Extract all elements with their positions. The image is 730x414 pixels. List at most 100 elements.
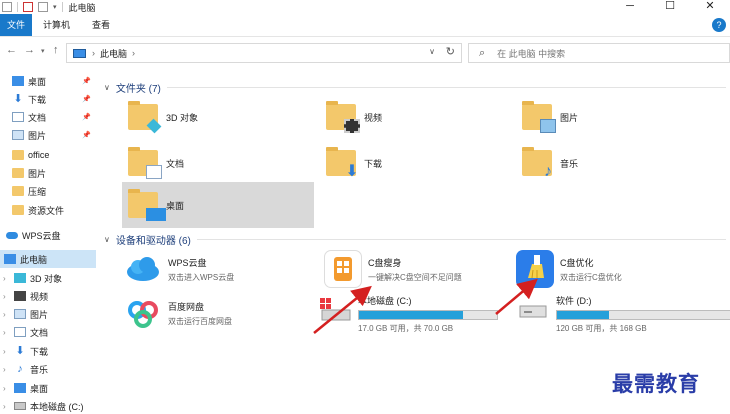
folder-label: 音乐	[560, 158, 579, 169]
expand-chevron-icon[interactable]: ›	[3, 402, 6, 411]
video-icon	[14, 291, 26, 301]
sidebar-item-pictures-folder[interactable]: 图片	[0, 164, 96, 182]
folder-label: 3D 对象	[166, 112, 199, 123]
recent-locations-icon[interactable]: ▾	[41, 47, 45, 55]
sidebar-item-documents[interactable]: 文档 📌	[0, 108, 96, 126]
drive-usage-bar	[358, 310, 498, 320]
sidebar-item-videos[interactable]: › 视频	[0, 287, 96, 305]
folder-documents[interactable]: 文档	[122, 140, 314, 186]
folder-downloads[interactable]: ⬇ 下载	[320, 140, 512, 186]
sidebar-item-3d-objects[interactable]: › 3D 对象	[0, 269, 96, 287]
sidebar-item-pictures[interactable]: 图片 📌	[0, 126, 96, 144]
sidebar-item-downloads-lib[interactable]: › ⬇ 下载	[0, 342, 96, 360]
maximize-button[interactable]: ☐	[650, 0, 690, 14]
tab-computer[interactable]: 计算机	[32, 14, 81, 36]
expand-chevron-icon[interactable]: ›	[3, 310, 6, 319]
divider	[17, 2, 18, 12]
sidebar-item-label: 文档	[30, 327, 49, 338]
close-button[interactable]: ✕	[690, 0, 730, 14]
expand-chevron-icon[interactable]: ›	[3, 384, 6, 393]
properties-icon[interactable]	[23, 2, 33, 12]
breadcrumb-chevron-icon[interactable]: ›	[132, 48, 135, 58]
expand-chevron-icon[interactable]: ›	[3, 365, 6, 374]
folders-group-header[interactable]: ∨ 文件夹 (7)	[104, 80, 726, 95]
pictures-icon	[14, 309, 26, 319]
folder-3d-objects[interactable]: 3D 对象	[122, 94, 314, 140]
device-wps-cloud[interactable]: WPS云盘 双击进入WPS云盘	[124, 250, 234, 288]
sidebar-item-desktop[interactable]: 桌面 📌	[0, 72, 96, 90]
folder-label: 图片	[560, 112, 579, 123]
folder-icon	[12, 205, 24, 215]
sidebar-item-label: 桌面	[30, 383, 49, 394]
new-folder-icon[interactable]	[38, 2, 48, 12]
drive-usage-fill	[557, 311, 610, 319]
drive-d[interactable]: 软件 (D:) 120 GB 可用，共 168 GB	[516, 294, 730, 334]
folder-music[interactable]: ♪ 音乐	[516, 140, 708, 186]
window-controls: ─ ☐ ✕	[610, 0, 730, 14]
expand-chevron-icon[interactable]: ›	[3, 274, 6, 283]
desktop-icon	[128, 189, 166, 221]
sidebar-item-desktop-lib[interactable]: › 桌面	[0, 379, 96, 397]
sidebar-item-label: 下载	[30, 346, 49, 357]
device-description: 一键解决C盘空间不足问题	[368, 272, 462, 282]
address-bar[interactable]: › 此电脑 › ∨ ↻	[66, 43, 462, 63]
sidebar-item-label: 本地磁盘 (C:)	[30, 401, 84, 412]
customize-toolbar-icon[interactable]: ▾	[53, 3, 57, 11]
group-title: 文件夹 (7)	[115, 84, 161, 95]
breadcrumb-separator-icon[interactable]: ›	[92, 48, 95, 58]
document-icon	[12, 112, 24, 122]
expand-chevron-icon[interactable]: ›	[3, 328, 6, 337]
search-input[interactable]: ⌕ 在 此电脑 中搜索	[468, 43, 730, 63]
sidebar-item-office[interactable]: office	[0, 146, 96, 164]
devices-group-header[interactable]: ∨ 设备和驱动器 (6)	[104, 232, 726, 247]
computer-icon	[4, 254, 16, 264]
collapse-chevron-icon[interactable]: ∨	[104, 235, 110, 244]
content-pane: ∨ 文件夹 (7) 3D 对象 视频 图片 文档 ⬇ 下载 ♪ 音乐 桌面 ∨ …	[104, 66, 730, 414]
quick-access-toolbar: ▾	[0, 0, 63, 14]
expand-chevron-icon[interactable]: ›	[3, 292, 6, 301]
sidebar-item-wps-cloud[interactable]: WPS云盘	[0, 226, 96, 244]
device-baidu-netdisk[interactable]: 百度网盘 双击运行百度网盘	[124, 294, 232, 332]
breadcrumb-this-pc[interactable]: 此电脑	[100, 47, 127, 60]
folder-pictures[interactable]: 图片	[516, 94, 708, 140]
minimize-button[interactable]: ─	[610, 0, 650, 14]
drive-usage-bar	[556, 310, 730, 320]
wps-cloud-icon	[124, 250, 162, 288]
app-icon[interactable]	[2, 2, 12, 12]
drive-name: 软件 (D:)	[556, 296, 592, 306]
sidebar-item-local-disk-c[interactable]: › 本地磁盘 (C:)	[0, 397, 96, 414]
sidebar-item-resources[interactable]: 资源文件	[0, 201, 96, 219]
forward-arrow-icon[interactable]: →	[24, 44, 35, 56]
sidebar-item-downloads[interactable]: ⬇ 下载 📌	[0, 90, 96, 108]
device-c-drive-optimize[interactable]: C盘优化 双击运行C盘优化	[516, 250, 622, 288]
up-arrow-icon[interactable]: ↑	[53, 44, 59, 56]
device-name: WPS云盘	[168, 257, 207, 268]
help-icon[interactable]: ?	[712, 18, 726, 32]
drive-space-text: 17.0 GB 可用，共 70.0 GB	[358, 324, 454, 333]
computer-icon	[73, 48, 86, 58]
download-icon: ⬇	[15, 345, 25, 357]
collapse-chevron-icon[interactable]: ∨	[104, 83, 110, 92]
folder-icon	[12, 168, 24, 178]
folder-desktop[interactable]: 桌面	[122, 182, 314, 228]
sidebar-item-documents-lib[interactable]: › 文档	[0, 323, 96, 341]
sidebar-item-pictures-lib[interactable]: › 图片	[0, 305, 96, 323]
expand-chevron-icon[interactable]: ›	[3, 347, 6, 356]
music-icon: ♪	[17, 363, 23, 375]
sidebar-item-music[interactable]: › ♪ 音乐	[0, 360, 96, 378]
sidebar-item-compressed[interactable]: 压缩	[0, 182, 96, 200]
back-arrow-icon[interactable]: ←	[6, 44, 17, 56]
sidebar-item-label: 桌面	[28, 76, 47, 87]
pictures-icon	[12, 130, 24, 140]
refresh-icon[interactable]: ↻	[446, 45, 455, 58]
drive-usage-fill	[359, 311, 464, 319]
sidebar-item-label: office	[28, 150, 50, 160]
drive-c[interactable]: 本地磁盘 (C:) 17.0 GB 可用，共 70.0 GB	[318, 294, 498, 334]
address-dropdown-icon[interactable]: ∨	[429, 47, 435, 56]
device-c-drive-slim[interactable]: C盘瘦身 一键解决C盘空间不足问题	[324, 250, 462, 288]
sidebar-item-this-pc[interactable]: 此电脑	[0, 250, 96, 268]
folder-videos[interactable]: 视频	[320, 94, 512, 140]
tab-file[interactable]: 文件	[0, 14, 33, 36]
tab-view[interactable]: 查看	[81, 14, 121, 36]
windows-drive-icon	[318, 294, 352, 324]
